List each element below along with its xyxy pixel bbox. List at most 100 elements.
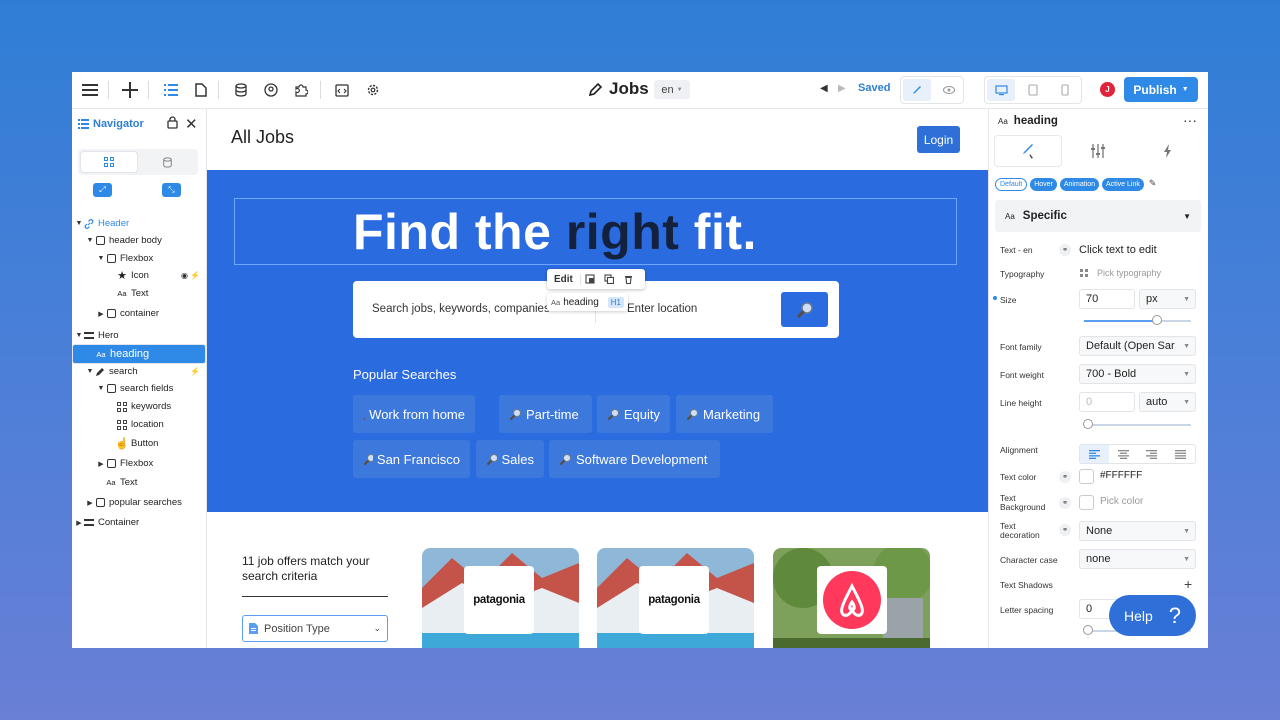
job-card[interactable] [773,548,930,648]
tree-item[interactable]: ▼ search ⚡ [72,363,206,380]
database-icon[interactable] [232,81,250,99]
preview-mode-button[interactable] [937,79,961,101]
expand-all-button[interactable]: ⤢ [93,183,112,197]
caret-right-icon[interactable]: ▶ [97,310,105,318]
search-chip[interactable]: Software Development [549,440,720,478]
tree-item[interactable]: Aa Text [72,474,206,491]
tab-data[interactable] [139,152,195,172]
size-slider-knob[interactable] [1152,315,1162,325]
tab-style[interactable] [995,136,1061,166]
caret-down-icon[interactable]: ▼ [86,237,94,244]
tree-item[interactable]: Aa Text [72,285,206,302]
hero-heading[interactable]: Find the right fit. [353,203,757,261]
font-weight-select[interactable]: 700 - Bold ▼ [1079,364,1196,384]
caret-down-icon[interactable]: ▼ [75,220,83,227]
site-header[interactable]: All Jobs Login [207,109,988,170]
tree-item[interactable]: keywords [72,398,206,415]
tree-item[interactable]: ▶ Flexbox [72,455,206,472]
mobile-view-button[interactable] [1051,79,1079,101]
search-chip[interactable]: Part-time [499,395,592,433]
line-height-slider[interactable] [1084,424,1191,426]
size-input[interactable]: 70 [1079,289,1135,309]
tree-item[interactable]: ▼ Hero [72,327,206,344]
search-chip[interactable]: Sales [476,440,544,478]
state-hover[interactable]: Hover [1030,178,1057,191]
caret-down-icon[interactable]: ▼ [97,255,105,262]
text-background-value[interactable]: Pick color [1100,496,1143,507]
lock-icon[interactable] [167,116,178,132]
duplicate-icon[interactable] [600,274,619,284]
caret-right-icon[interactable]: ▶ [86,499,94,507]
line-height-unit-select[interactable]: auto ▼ [1139,392,1196,412]
tab-interactions[interactable] [1135,136,1201,166]
collapse-arrow-icon[interactable]: ◀ [820,83,828,94]
align-center-icon[interactable] [1109,445,1138,463]
character-case-select[interactable]: none ▼ [1079,549,1196,569]
help-button[interactable]: Help ? [1109,595,1196,636]
tree-item[interactable]: ▼ Header [72,215,206,232]
search-chip[interactable]: Work from home [353,395,475,433]
eye-off-icon[interactable]: ◉ [181,271,188,280]
publish-button[interactable]: Publish ▼ [1124,77,1198,102]
tree-item[interactable]: ▼ search fields [72,380,206,397]
align-left-icon[interactable] [1080,445,1109,463]
line-height-slider-knob[interactable] [1083,419,1093,429]
caret-right-icon[interactable]: ▶ [97,460,105,468]
search-button[interactable] [781,292,828,327]
link-icon[interactable]: ⚭ [1059,497,1071,509]
caret-right-icon[interactable]: ▶ [75,519,83,527]
more-options-icon[interactable]: ··· [1183,112,1197,128]
keywords-input[interactable]: Search jobs, keywords, companies [372,303,550,315]
link-icon[interactable]: ⚭ [1059,471,1071,483]
caret-down-icon[interactable]: ▼ [97,385,105,392]
position-type-select[interactable]: Position Type ⌄ [242,615,388,642]
login-button[interactable]: Login [917,126,960,153]
line-height-input[interactable]: 0 [1079,392,1135,412]
job-card[interactable]: patagonia [597,548,754,648]
edit-state-icon[interactable]: ✎ [1149,178,1157,191]
tree-item[interactable]: ▶ popular searches [72,494,206,511]
user-circle-icon[interactable] [262,81,280,99]
close-icon[interactable]: ✕ [185,115,198,133]
tab-settings[interactable] [1065,136,1131,166]
page-title[interactable]: Jobs [588,79,649,99]
language-select[interactable]: en ▼ [654,80,690,99]
align-right-icon[interactable] [1138,445,1167,463]
tree-item[interactable]: ★ Icon ◉ ⚡ [72,267,206,284]
trash-icon[interactable] [619,274,638,284]
add-shadow-icon[interactable]: + [1184,576,1192,592]
text-decoration-select[interactable]: None ▼ [1079,521,1196,541]
page-icon[interactable] [192,81,210,99]
tree-item[interactable]: ▶ container [72,305,206,322]
text-color-swatch[interactable] [1079,469,1094,484]
font-family-select[interactable]: Default (Open Sar ▼ [1079,336,1196,356]
align-justify-icon[interactable] [1166,445,1195,463]
list-icon[interactable] [162,81,180,99]
letter-spacing-slider-knob[interactable] [1083,625,1093,635]
collapse-all-button[interactable]: ⤡ [162,183,181,197]
gear-icon[interactable] [364,81,382,99]
add-icon[interactable] [121,81,139,99]
tree-item[interactable]: ▼ Flexbox [72,250,206,267]
avatar[interactable]: J [1100,82,1115,97]
desktop-view-button[interactable] [987,79,1015,101]
search-chip[interactable]: Marketing [676,395,773,433]
text-value[interactable]: Click text to edit [1079,244,1157,256]
link-icon[interactable]: ⚭ [1059,244,1071,256]
tablet-view-button[interactable] [1019,79,1047,101]
tab-layers[interactable] [81,152,137,172]
tree-item[interactable]: location [72,416,206,433]
state-animation[interactable]: Animation [1059,178,1100,191]
text-color-value[interactable]: #FFFFFF [1100,470,1142,481]
job-card[interactable]: patagonia [422,548,579,648]
edit-mode-button[interactable] [903,79,931,101]
edit-button[interactable]: Edit [547,273,581,285]
location-input[interactable]: Enter location [627,303,697,315]
typography-value[interactable]: Pick typography [1097,268,1161,278]
caret-down-icon[interactable]: ▼ [75,332,83,339]
size-unit-select[interactable]: px ▼ [1139,289,1196,309]
text-background-swatch[interactable] [1079,495,1094,510]
tree-item[interactable]: Aa heading [72,344,206,364]
tree-item[interactable]: ▼ header body [72,232,206,249]
search-chip[interactable]: Equity [597,395,670,433]
